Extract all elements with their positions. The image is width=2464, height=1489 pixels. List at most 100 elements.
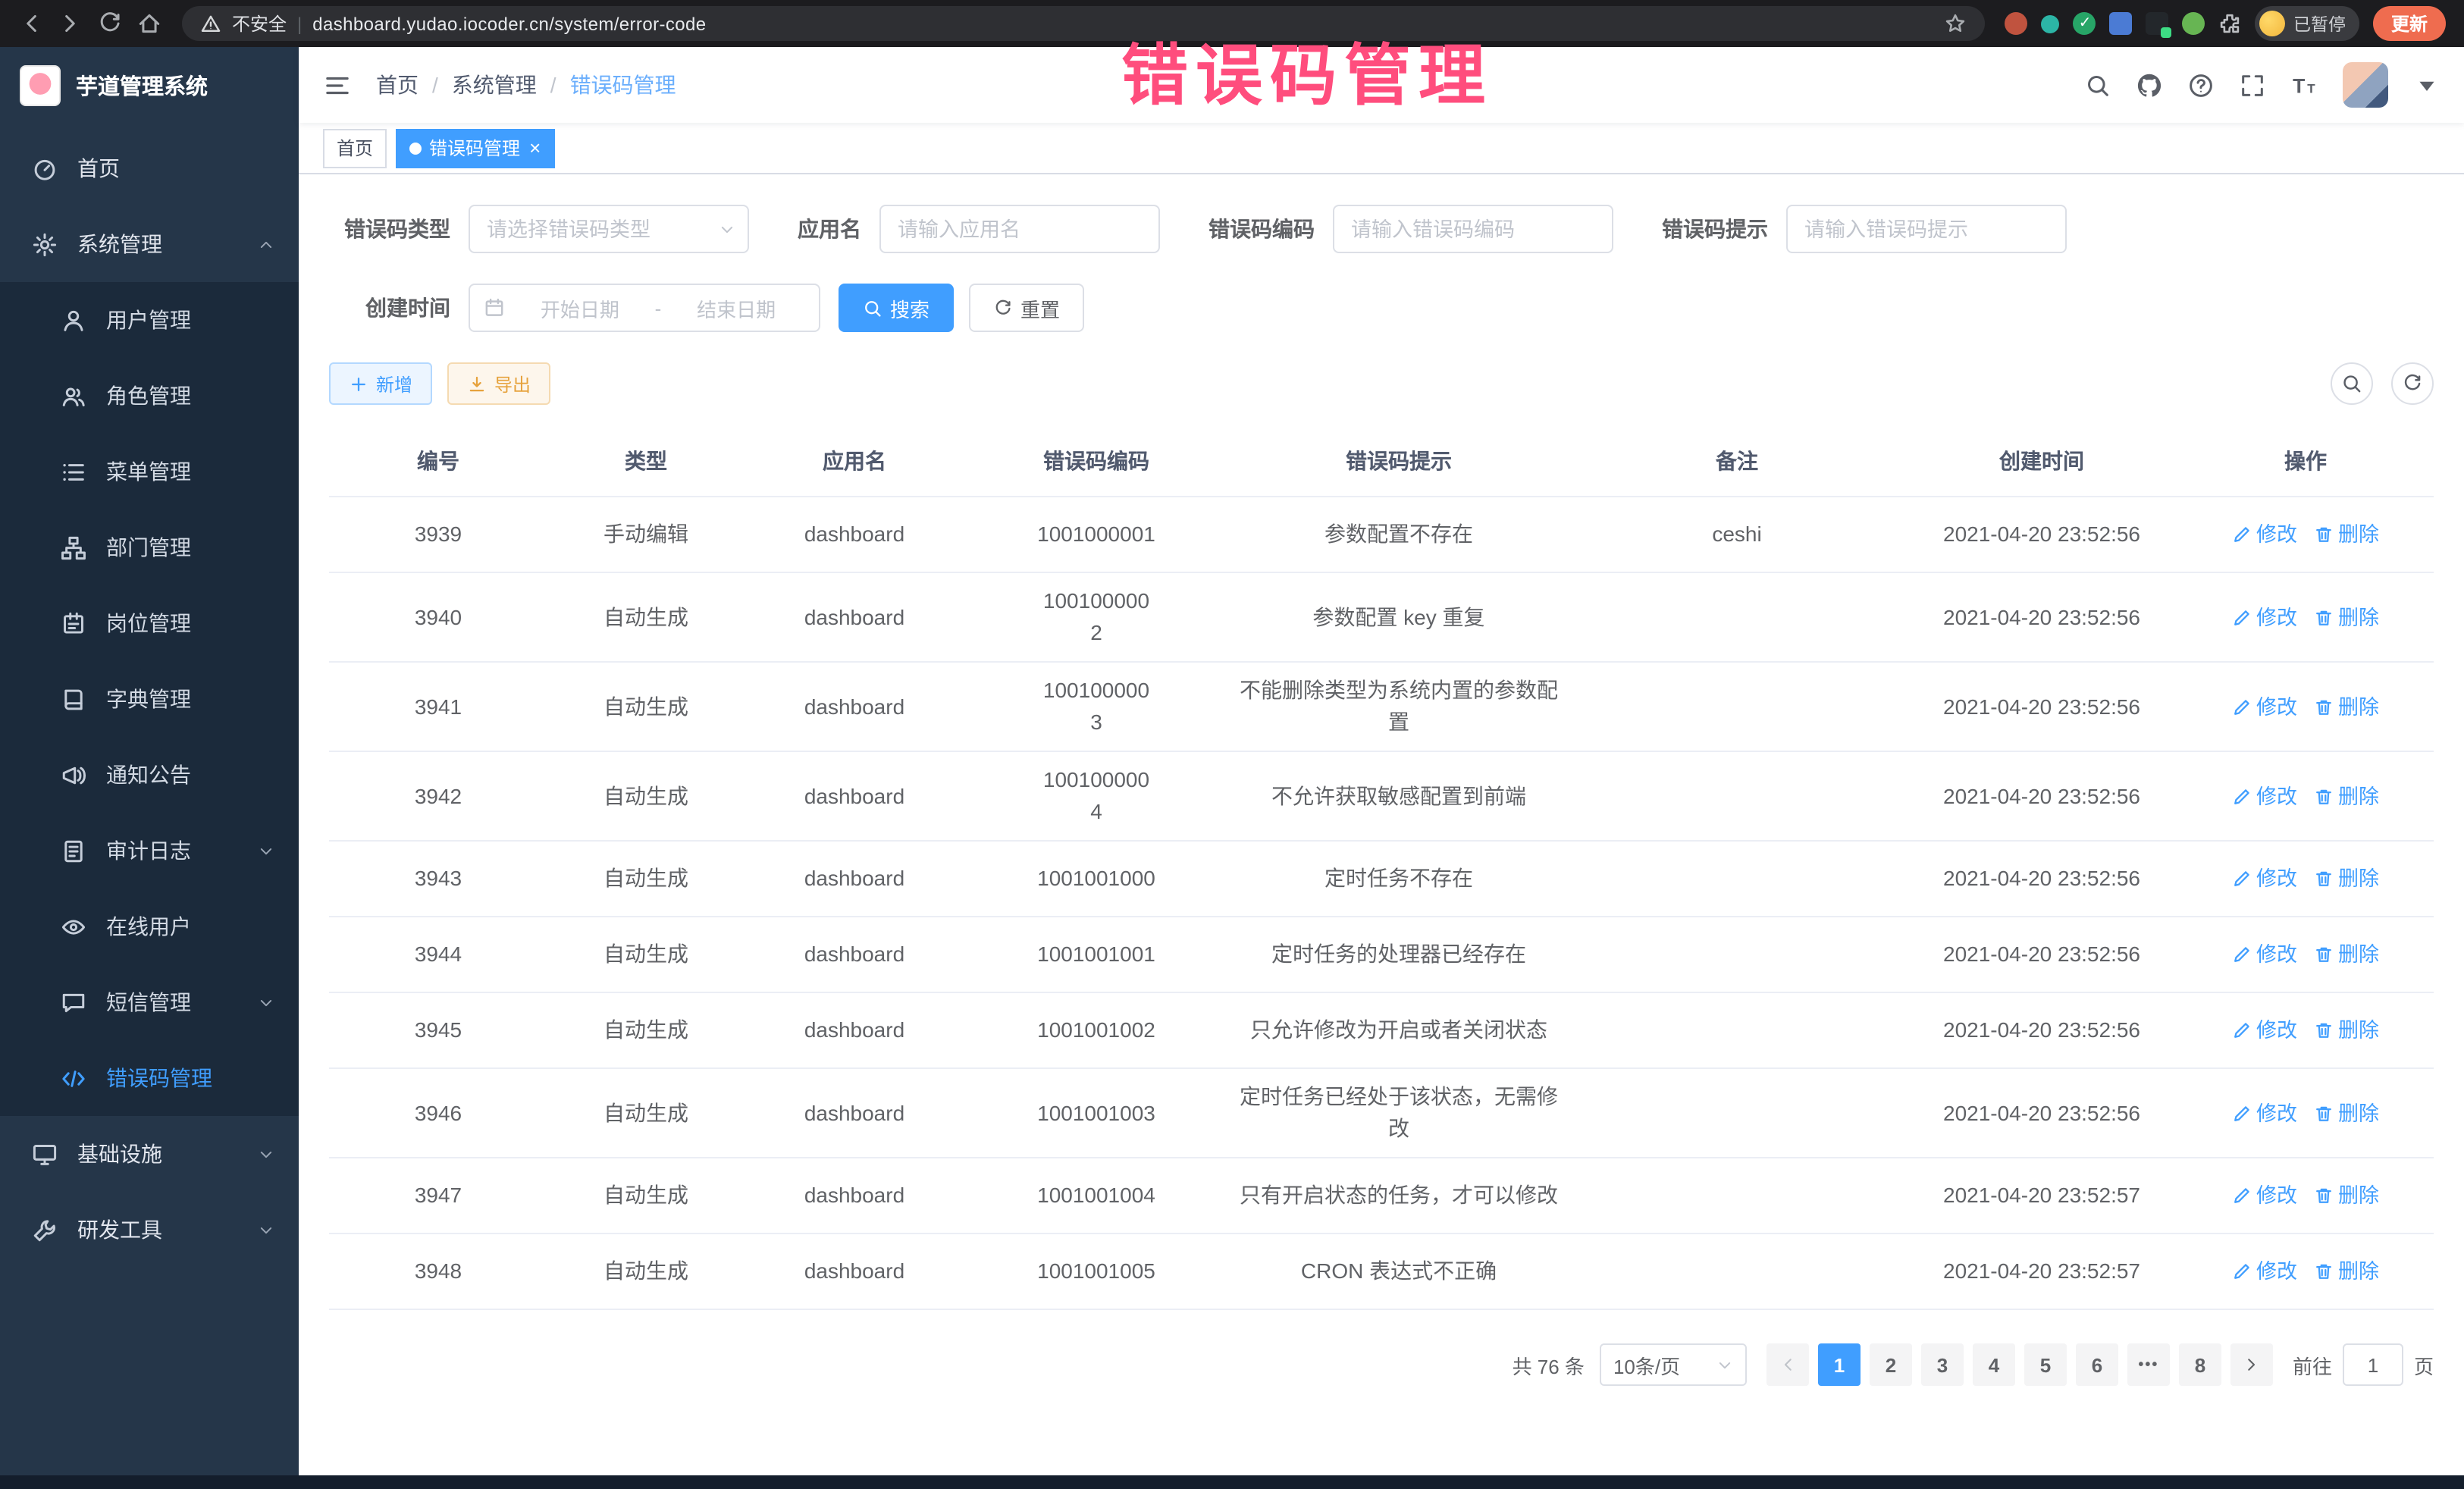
error-code-field[interactable] xyxy=(1333,205,1613,253)
reload-icon[interactable] xyxy=(97,11,123,36)
sidebar-item[interactable]: 用户管理 xyxy=(0,282,299,358)
search-button[interactable]: 搜索 xyxy=(839,284,954,332)
extension-icon[interactable] xyxy=(2042,14,2060,33)
edit-link[interactable]: 修改 xyxy=(2232,601,2297,633)
table-row[interactable]: 3942 自动生成 dashboard 100100000 4 不允许获取敏感配… xyxy=(329,752,2434,842)
forward-icon[interactable] xyxy=(58,11,83,36)
page-button[interactable]: 4 xyxy=(1973,1343,2015,1386)
sidebar-item[interactable]: 菜单管理 xyxy=(0,434,299,509)
table-row[interactable]: 3946 自动生成 dashboard 1001001003 定时任务已经处于该… xyxy=(329,1069,2434,1158)
delete-link[interactable]: 删除 xyxy=(2314,691,2379,723)
search-icon[interactable] xyxy=(2085,72,2111,98)
avatar-caret-icon[interactable] xyxy=(2414,72,2440,98)
back-icon[interactable] xyxy=(18,11,44,36)
start-date-placeholder[interactable]: 开始日期 xyxy=(511,293,649,322)
help-icon[interactable] xyxy=(2188,72,2214,98)
app-name-field[interactable] xyxy=(879,205,1160,253)
sidebar-item[interactable]: 短信管理 xyxy=(0,964,299,1040)
page-button[interactable]: 8 xyxy=(2179,1343,2221,1386)
table-row[interactable]: 3941 自动生成 dashboard 100100000 3 不能删除类型为系… xyxy=(329,663,2434,752)
sidebar-item[interactable]: 岗位管理 xyxy=(0,585,299,661)
sidebar-item[interactable]: 角色管理 xyxy=(0,358,299,434)
browser-update-button[interactable]: 更新 xyxy=(2373,6,2446,41)
goto-page-input[interactable] xyxy=(2343,1343,2403,1386)
github-icon[interactable] xyxy=(2136,72,2162,98)
prev-page-button[interactable] xyxy=(1766,1343,1809,1386)
edit-link[interactable]: 修改 xyxy=(2232,939,2297,970)
toggle-search-button[interactable] xyxy=(2331,362,2373,405)
extension-icon[interactable] xyxy=(2110,12,2133,35)
table-row[interactable]: 3947 自动生成 dashboard 1001001004 只有开启状态的任务… xyxy=(329,1158,2434,1234)
page-button[interactable]: 2 xyxy=(1870,1343,1912,1386)
app-logo[interactable]: 芋道管理系统 xyxy=(0,47,299,123)
app-name-input[interactable] xyxy=(898,218,1142,240)
hamburger-icon[interactable] xyxy=(323,71,352,99)
extension-icon[interactable] xyxy=(2005,12,2028,35)
user-avatar[interactable] xyxy=(2343,62,2388,108)
delete-link[interactable]: 删除 xyxy=(2314,939,2379,970)
sidebar-item[interactable]: 系统管理 xyxy=(0,206,299,282)
sidebar-item[interactable]: 审计日志 xyxy=(0,813,299,889)
sidebar-item[interactable]: 字典管理 xyxy=(0,661,299,737)
error-type-select[interactable] xyxy=(469,205,749,253)
sidebar-item[interactable]: 部门管理 xyxy=(0,509,299,585)
delete-link[interactable]: 删除 xyxy=(2314,1180,2379,1212)
more-pages-button[interactable]: ••• xyxy=(2127,1343,2170,1386)
refresh-table-button[interactable] xyxy=(2391,362,2434,405)
export-button[interactable]: 导出 xyxy=(447,362,550,405)
edit-link[interactable]: 修改 xyxy=(2232,691,2297,723)
edit-link[interactable]: 修改 xyxy=(2232,1180,2297,1212)
table-row[interactable]: 3940 自动生成 dashboard 100100000 2 参数配置 key… xyxy=(329,573,2434,663)
sidebar-item[interactable]: 研发工具 xyxy=(0,1192,299,1268)
edit-link[interactable]: 修改 xyxy=(2232,519,2297,550)
edit-link[interactable]: 修改 xyxy=(2232,1014,2297,1046)
extension-icon[interactable] xyxy=(2183,12,2205,35)
error-msg-field[interactable] xyxy=(1786,205,2067,253)
reset-button[interactable]: 重置 xyxy=(969,284,1084,332)
next-page-button[interactable] xyxy=(2230,1343,2273,1386)
error-msg-input[interactable] xyxy=(1804,218,2049,240)
table-row[interactable]: 3945 自动生成 dashboard 1001001002 只允许修改为开启或… xyxy=(329,993,2434,1069)
delete-link[interactable]: 删除 xyxy=(2314,1097,2379,1129)
sidebar-item[interactable]: 错误码管理 xyxy=(0,1040,299,1116)
font-size-icon[interactable]: TT xyxy=(2291,72,2317,98)
add-button[interactable]: 新增 xyxy=(329,362,432,405)
page-button[interactable]: 6 xyxy=(2076,1343,2118,1386)
date-range-picker[interactable]: 开始日期 - 结束日期 xyxy=(469,284,820,332)
extension-icon[interactable]: ✓ xyxy=(2074,12,2096,35)
sidebar-item[interactable]: 在线用户 xyxy=(0,889,299,964)
table-row[interactable]: 3939 手动编辑 dashboard 1001000001 参数配置不存在 c… xyxy=(329,497,2434,573)
table-row[interactable]: 3948 自动生成 dashboard 1001001005 CRON 表达式不… xyxy=(329,1234,2434,1310)
breadcrumb-item[interactable]: 系统管理 xyxy=(452,70,537,100)
edit-link[interactable]: 修改 xyxy=(2232,780,2297,812)
address-bar[interactable]: 不安全 | dashboard.yudao.iocoder.cn/system/… xyxy=(182,6,1986,41)
sidebar-item[interactable]: 通知公告 xyxy=(0,737,299,813)
sidebar-item[interactable]: 首页 xyxy=(0,130,299,206)
table-row[interactable]: 3944 自动生成 dashboard 1001001001 定时任务的处理器已… xyxy=(329,917,2434,993)
edit-link[interactable]: 修改 xyxy=(2232,1097,2297,1129)
bookmark-star-icon[interactable] xyxy=(1945,12,1967,35)
tag-item[interactable]: 首页 xyxy=(323,128,387,168)
delete-link[interactable]: 删除 xyxy=(2314,519,2379,550)
delete-link[interactable]: 删除 xyxy=(2314,1255,2379,1287)
delete-link[interactable]: 删除 xyxy=(2314,863,2379,895)
tag-active[interactable]: 错误码管理 × xyxy=(396,128,554,168)
edit-link[interactable]: 修改 xyxy=(2232,1255,2297,1287)
sidebar-item[interactable]: 基础设施 xyxy=(0,1116,299,1192)
error-code-input[interactable] xyxy=(1351,218,1595,240)
page-button[interactable]: 5 xyxy=(2024,1343,2067,1386)
delete-link[interactable]: 删除 xyxy=(2314,1014,2379,1046)
page-button[interactable]: 3 xyxy=(1921,1343,1964,1386)
page-size-select[interactable]: 10条/页 xyxy=(1600,1343,1747,1386)
extensions-puzzle-icon[interactable] xyxy=(2219,12,2242,35)
delete-link[interactable]: 删除 xyxy=(2314,780,2379,812)
breadcrumb-item[interactable]: 首页 xyxy=(376,70,419,100)
delete-link[interactable]: 删除 xyxy=(2314,601,2379,633)
edit-link[interactable]: 修改 xyxy=(2232,863,2297,895)
error-type-select-input[interactable] xyxy=(487,218,731,240)
tag-close-icon[interactable]: × xyxy=(529,138,541,158)
browser-profile-badge[interactable]: 已暂停 xyxy=(2256,6,2359,41)
end-date-placeholder[interactable]: 结束日期 xyxy=(667,293,805,322)
page-button[interactable]: 1 xyxy=(1818,1343,1861,1386)
extension-icon[interactable] xyxy=(2146,12,2169,35)
